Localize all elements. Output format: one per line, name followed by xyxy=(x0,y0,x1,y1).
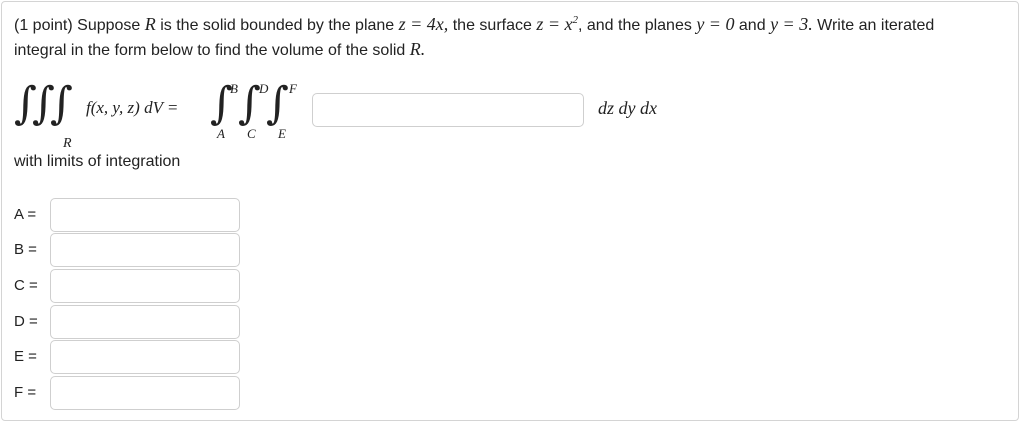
points-label: (1 point) xyxy=(14,17,73,34)
question-text: is the solid bounded by the plane xyxy=(160,17,395,34)
math-R: R xyxy=(144,14,156,34)
math-surface: z = x2 xyxy=(536,14,578,34)
question-text: Suppose xyxy=(77,17,141,34)
limit-input-C[interactable] xyxy=(50,269,240,303)
question-text: integral in the form below to find the v… xyxy=(14,42,406,59)
limit-upper-F: F xyxy=(289,81,297,96)
limit-input-F[interactable] xyxy=(50,376,240,410)
integral-sign: ∫ xyxy=(50,78,73,129)
math-plane: z = 4x, xyxy=(398,14,449,34)
limits-heading: with limits of integration xyxy=(14,153,181,170)
problem-panel: (1 point) Suppose R is the solid bounded… xyxy=(1,1,1019,421)
math-R: R. xyxy=(409,39,426,59)
question-line-1: (1 point) Suppose R is the solid bounded… xyxy=(14,14,934,36)
limit-lower-E: E xyxy=(278,126,286,141)
integral-sign: ∫ xyxy=(266,78,289,129)
differentials-label: dz dy dx xyxy=(598,98,657,118)
question-text: and xyxy=(738,17,766,34)
limit-label-F: F = xyxy=(14,384,37,401)
question-text: Write an iterated xyxy=(817,17,935,34)
integrand-input[interactable] xyxy=(312,93,584,127)
surface-base: z = x xyxy=(536,14,573,34)
integral-sign: ∫ xyxy=(238,78,261,129)
integrand-label: f(x, y, z) dV = xyxy=(86,98,179,117)
question-text: , and the planes xyxy=(577,17,692,34)
limit-input-E[interactable] xyxy=(50,340,240,374)
limit-label-B: B = xyxy=(14,241,37,258)
limit-input-D[interactable] xyxy=(50,305,240,339)
limit-upper-B: B xyxy=(230,81,238,96)
limit-lower-A: A xyxy=(217,126,225,141)
question-line-2: integral in the form below to find the v… xyxy=(14,39,425,61)
limit-label-E: E = xyxy=(14,348,37,365)
question-text: the surface xyxy=(452,17,532,34)
limit-label-C: C = xyxy=(14,277,38,294)
limit-input-B[interactable] xyxy=(50,233,240,267)
math-y0: y = 0 xyxy=(696,14,735,34)
limit-lower-C: C xyxy=(247,126,256,141)
limit-input-A[interactable] xyxy=(50,198,240,232)
math-y3: y = 3. xyxy=(770,14,813,34)
limit-label-A: A = xyxy=(14,206,37,223)
region-label: R xyxy=(63,136,72,151)
limit-label-D: D = xyxy=(14,313,38,330)
